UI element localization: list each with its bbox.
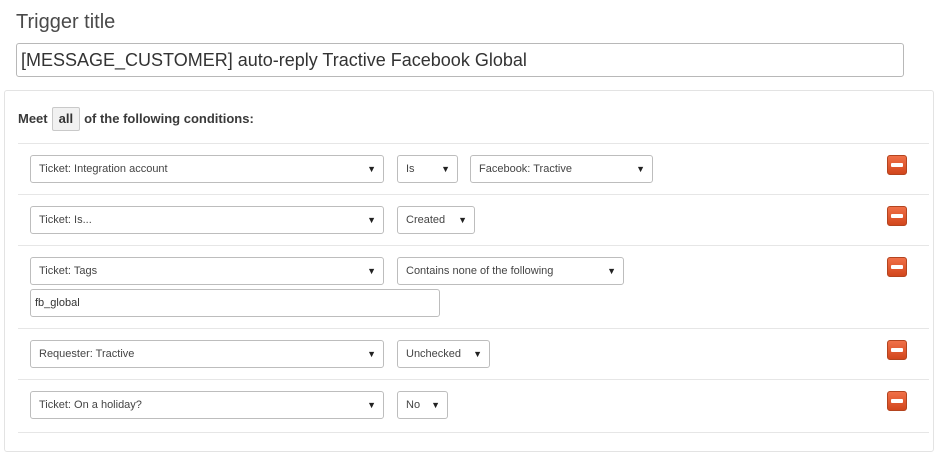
chevron-down-icon: ▼ <box>441 164 450 174</box>
condition-operator-label: Created <box>406 214 446 226</box>
remove-condition-button[interactable] <box>887 391 907 411</box>
condition-field-select[interactable]: Ticket: Tags ▼ <box>30 257 384 285</box>
condition-field-select[interactable]: Requester: Tractive ▼ <box>30 340 384 368</box>
condition-operator-select[interactable]: Unchecked ▼ <box>397 340 490 368</box>
trigger-title-input[interactable]: [MESSAGE_CUSTOMER] auto-reply Tractive F… <box>16 43 904 77</box>
condition-value-label: Facebook: Tractive <box>479 163 572 175</box>
remove-condition-button[interactable] <box>887 206 907 226</box>
condition-operator-label: Is <box>406 163 415 175</box>
condition-row: Ticket: Tags ▼ Contains none of the foll… <box>18 245 929 328</box>
condition-row: Ticket: Is... ▼ Created ▼ <box>18 194 929 245</box>
chevron-down-icon: ▼ <box>367 266 376 276</box>
condition-row: Ticket: Integration account ▼ Is ▼ Faceb… <box>18 143 929 194</box>
minus-icon <box>891 265 903 269</box>
chevron-down-icon: ▼ <box>367 215 376 225</box>
condition-row: Ticket: On a holiday? ▼ No ▼ <box>18 379 929 433</box>
tags-input[interactable]: fb_global <box>30 289 440 317</box>
condition-operator-select[interactable]: Created ▼ <box>397 206 475 234</box>
condition-operator-select[interactable]: Contains none of the following ▼ <box>397 257 624 285</box>
minus-icon <box>891 399 903 403</box>
chevron-down-icon: ▼ <box>367 400 376 410</box>
condition-operator-label: No <box>406 399 421 411</box>
condition-value-select[interactable]: Facebook: Tractive ▼ <box>470 155 653 183</box>
chevron-down-icon: ▼ <box>367 349 376 359</box>
chevron-down-icon: ▼ <box>636 164 645 174</box>
remove-condition-button[interactable] <box>887 340 907 360</box>
minus-icon <box>891 348 903 352</box>
meet-conditions-line: Meet all of the following conditions: <box>18 107 254 131</box>
meet-suffix: of the following conditions: <box>84 111 254 126</box>
condition-row: Requester: Tractive ▼ Unchecked ▼ <box>18 328 929 379</box>
condition-field-label: Ticket: On a holiday? <box>39 399 142 411</box>
condition-field-select[interactable]: Ticket: Is... ▼ <box>30 206 384 234</box>
condition-operator-select[interactable]: No ▼ <box>397 391 448 419</box>
chevron-down-icon: ▼ <box>367 164 376 174</box>
trigger-title-label: Trigger title <box>16 11 116 33</box>
condition-operator-select[interactable]: Is ▼ <box>397 155 458 183</box>
minus-icon <box>891 214 903 218</box>
remove-condition-button[interactable] <box>887 257 907 277</box>
chevron-down-icon: ▼ <box>607 266 616 276</box>
condition-field-label: Requester: Tractive <box>39 348 135 360</box>
condition-field-label: Ticket: Integration account <box>39 163 168 175</box>
chevron-down-icon: ▼ <box>473 349 482 359</box>
meet-prefix: Meet <box>18 111 48 126</box>
condition-operator-label: Unchecked <box>406 348 462 360</box>
condition-field-select[interactable]: Ticket: Integration account ▼ <box>30 155 384 183</box>
condition-field-label: Ticket: Is... <box>39 214 92 226</box>
remove-condition-button[interactable] <box>887 155 907 175</box>
condition-field-select[interactable]: Ticket: On a holiday? ▼ <box>30 391 384 419</box>
chevron-down-icon: ▼ <box>431 400 440 410</box>
meet-all-select[interactable]: all <box>51 107 81 131</box>
chevron-down-icon: ▼ <box>458 215 467 225</box>
minus-icon <box>891 163 903 167</box>
condition-field-label: Ticket: Tags <box>39 265 98 277</box>
condition-operator-label: Contains none of the following <box>406 265 554 277</box>
